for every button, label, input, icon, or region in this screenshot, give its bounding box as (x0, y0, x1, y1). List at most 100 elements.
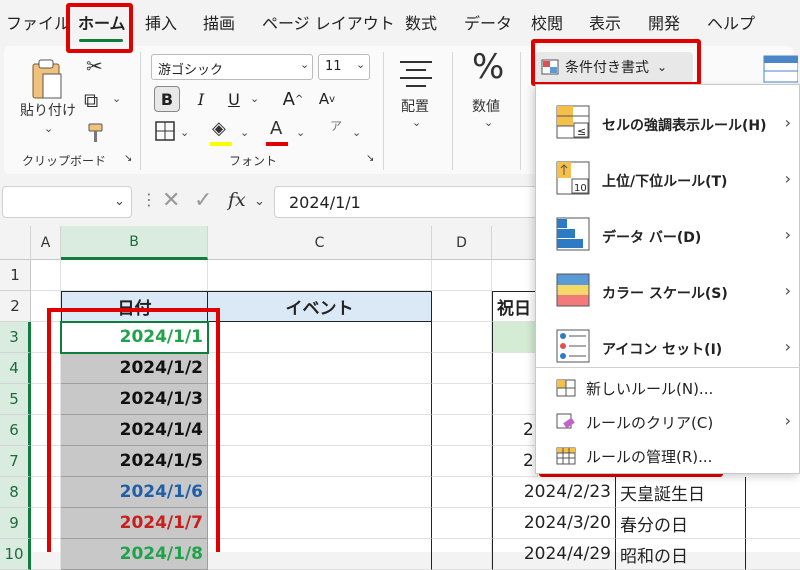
event-cell-c8[interactable] (208, 477, 432, 508)
menu-item-new-rule[interactable]: 新しいルール(N)... (536, 371, 800, 405)
tab-developer[interactable]: 開発 (648, 10, 680, 34)
cell-g8[interactable] (746, 477, 800, 508)
row-header-2[interactable]: 2 (0, 291, 31, 322)
tab-draw[interactable]: 描画 (203, 10, 235, 34)
tab-data[interactable]: データ (464, 10, 512, 34)
number-percent-icon[interactable]: % (472, 50, 504, 84)
cell-g9[interactable] (746, 508, 800, 539)
cut-icon[interactable]: ✂ (86, 56, 103, 76)
enter-icon[interactable]: ✓ (194, 190, 212, 212)
font-launcher-icon[interactable]: ↘ (366, 154, 374, 164)
row-header-8[interactable]: 8 (0, 477, 31, 508)
paste-chevron-icon[interactable]: ⌄ (44, 122, 53, 135)
event-cell-c7[interactable] (208, 446, 432, 477)
cell-c2-header[interactable]: イベント (207, 291, 432, 322)
column-header-d[interactable]: D (432, 226, 492, 260)
insert-function-icon[interactable]: fx (228, 191, 246, 210)
tab-review[interactable]: 校閲 (531, 10, 563, 34)
column-header-b[interactable]: B (61, 226, 208, 260)
cell-d4[interactable] (432, 353, 492, 384)
fx-chevron-icon[interactable]: ⌄ (254, 194, 265, 209)
row-header-4[interactable]: 4 (0, 353, 31, 384)
borders-icon[interactable] (154, 120, 176, 142)
holiday-date-e7[interactable]: 2 (492, 446, 538, 477)
format-painter-icon[interactable] (86, 122, 106, 144)
bold-button[interactable]: B (154, 86, 180, 112)
tab-help[interactable]: ヘルプ (707, 10, 755, 34)
font-name-select[interactable]: 游ゴシック (151, 54, 313, 80)
alignment-chevron-icon[interactable]: ⌄ (412, 116, 421, 129)
menu-item-color-scales[interactable]: カラー スケール(S) › (536, 263, 800, 317)
holiday-cell-e4[interactable] (492, 353, 538, 384)
menu-item-clear-rules[interactable]: ルールのクリア(C) › (536, 405, 800, 439)
underline-button[interactable]: U (221, 86, 247, 112)
cancel-icon[interactable]: ✕ (162, 190, 180, 212)
tab-file[interactable]: ファイル (6, 10, 70, 34)
event-cell-c10[interactable] (208, 539, 432, 570)
menu-item-highlight-rules[interactable]: ≤ セルの強調表示ルール(H) › (536, 95, 800, 149)
row-header-5[interactable]: 5 (0, 384, 31, 415)
menu-item-data-bars[interactable]: データ バー(D) › (536, 207, 800, 261)
cell-d2[interactable] (432, 291, 492, 322)
name-box[interactable] (2, 186, 132, 218)
event-cell-c3[interactable] (208, 322, 432, 353)
tab-view[interactable]: 表示 (589, 10, 621, 34)
alignment-icon[interactable] (398, 58, 434, 88)
cell-a1[interactable] (31, 260, 61, 291)
font-color-icon[interactable]: A (270, 120, 282, 138)
holiday-date-e8[interactable]: 2024/2/23 (492, 477, 616, 508)
row-header-9[interactable]: 9 (0, 508, 31, 539)
event-cell-c5[interactable] (208, 384, 432, 415)
number-label[interactable]: 数値 (472, 96, 500, 116)
fill-color-icon[interactable]: ◈ (212, 120, 226, 138)
cell-d3[interactable] (432, 322, 492, 353)
name-box-chevron-icon[interactable]: ⌄ (114, 194, 125, 209)
alignment-label[interactable]: 配置 (401, 96, 429, 116)
row-header-7[interactable]: 7 (0, 446, 31, 477)
event-cell-c6[interactable] (208, 415, 432, 446)
paste-icon[interactable] (30, 58, 64, 102)
select-all-corner[interactable] (0, 226, 31, 260)
tab-formulas[interactable]: 数式 (405, 10, 437, 34)
holiday-name-f8[interactable]: 天皇誕生日 (616, 477, 746, 508)
more-options-icon[interactable]: ⋮ (141, 192, 157, 208)
event-cell-c9[interactable] (208, 508, 432, 539)
cell-b1[interactable] (61, 260, 208, 291)
row-header-3[interactable]: 3 (0, 322, 31, 353)
phonetic-chevron-icon[interactable]: ⌄ (352, 126, 361, 139)
holiday-cell-e5[interactable] (492, 384, 538, 415)
borders-chevron-icon[interactable]: ⌄ (180, 126, 189, 139)
holiday-date-e10[interactable]: 2024/4/29 (492, 539, 616, 570)
holiday-cell-e3[interactable] (492, 322, 538, 353)
copy-chevron-icon[interactable]: ⌄ (112, 92, 121, 105)
cell-d10[interactable] (432, 539, 492, 570)
phonetic-icon[interactable]: ア (330, 120, 342, 132)
cell-e2-header[interactable]: 祝日 (492, 291, 538, 322)
tab-insert[interactable]: 挿入 (145, 10, 177, 34)
row-header-6[interactable]: 6 (0, 415, 31, 446)
holiday-date-e6[interactable]: 2 (492, 415, 538, 446)
cell-g10[interactable] (746, 539, 800, 570)
event-cell-c4[interactable] (208, 353, 432, 384)
cell-c1[interactable] (208, 260, 432, 291)
holiday-date-e9[interactable]: 2024/3/20 (492, 508, 616, 539)
fill-color-chevron-icon[interactable]: ⌄ (240, 126, 249, 139)
tab-page-layout[interactable]: ページ レイアウト (262, 10, 395, 34)
italic-button[interactable]: I (188, 86, 214, 112)
menu-item-icon-sets[interactable]: アイコン セット(I) › (536, 319, 800, 373)
underline-chevron-icon[interactable]: ⌄ (250, 92, 259, 105)
font-color-chevron-icon[interactable]: ⌄ (296, 126, 305, 139)
holiday-name-f9[interactable]: 春分の日 (616, 508, 746, 539)
row-header-10[interactable]: 10 (0, 539, 31, 570)
paste-label[interactable]: 貼り付け (20, 100, 76, 120)
shrink-font-button[interactable]: Av (314, 86, 340, 112)
column-header-a[interactable]: A (31, 226, 61, 260)
cell-d6[interactable] (432, 415, 492, 446)
font-size-chevron-icon[interactable]: ⌄ (356, 58, 365, 71)
clipboard-launcher-icon[interactable]: ↘ (124, 154, 132, 164)
cell-d9[interactable] (432, 508, 492, 539)
menu-item-manage-rules[interactable]: ルールの管理(R)... (536, 439, 800, 473)
cell-d1[interactable] (432, 260, 492, 291)
font-name-chevron-icon[interactable]: ⌄ (300, 58, 309, 71)
cell-d8[interactable] (432, 477, 492, 508)
